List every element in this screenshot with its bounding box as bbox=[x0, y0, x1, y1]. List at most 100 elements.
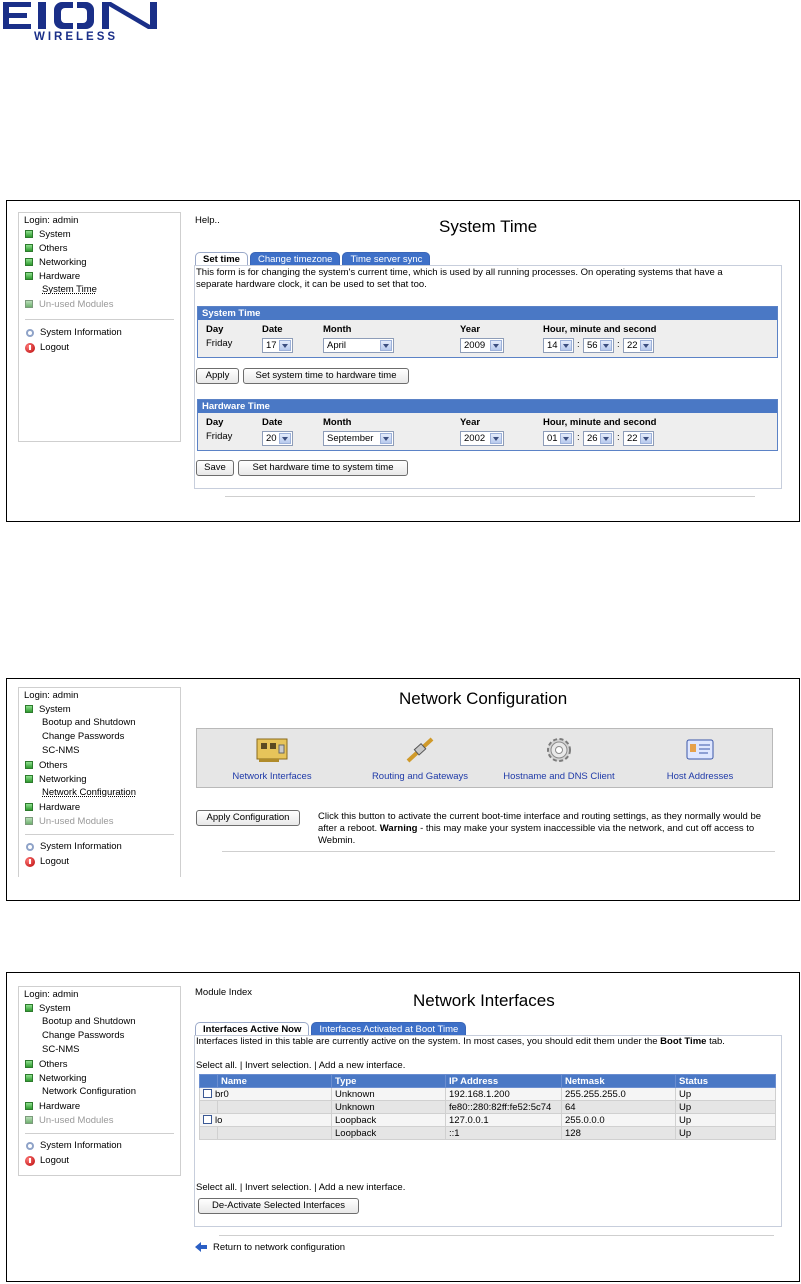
tab-change-timezone[interactable]: Change timezone bbox=[249, 252, 341, 265]
select-all-link[interactable]: Select all. bbox=[196, 1060, 237, 1071]
expand-icon bbox=[25, 258, 33, 266]
menu-category-hardware[interactable]: Hardware bbox=[19, 269, 180, 283]
logout-icon bbox=[25, 1155, 35, 1166]
expand-icon bbox=[25, 230, 33, 238]
second-select[interactable]: 22 bbox=[623, 431, 654, 446]
return-to-network-configuration-link[interactable]: Return to network configuration bbox=[213, 1242, 345, 1254]
row-checkbox[interactable] bbox=[203, 1115, 212, 1125]
year-select[interactable]: 2009 bbox=[460, 338, 504, 353]
menu-item-sc-nms[interactable]: SC-NMS bbox=[19, 744, 180, 758]
back-arrow-icon[interactable] bbox=[195, 1242, 207, 1252]
day-value: Friday bbox=[206, 338, 233, 349]
table-header-row: Name Type IP Address Netmask Status bbox=[199, 1074, 776, 1088]
system-time-screenshot: Login: admin System Others Networking Ha… bbox=[6, 200, 800, 522]
tab-set-time[interactable]: Set time bbox=[195, 252, 248, 265]
add-interface-link[interactable]: Add a new interface. bbox=[319, 1182, 406, 1193]
month-select[interactable]: September bbox=[323, 431, 394, 446]
module-icon-bar: Network Interfaces Routing and Gateways … bbox=[196, 728, 773, 788]
deactivate-interfaces-button[interactable]: De-Activate Selected Interfaces bbox=[198, 1198, 359, 1214]
network-card-icon bbox=[256, 738, 288, 762]
menu-category-system[interactable]: System bbox=[19, 1001, 180, 1015]
time-separator: : bbox=[577, 432, 580, 443]
date-select[interactable]: 20 bbox=[262, 431, 293, 446]
date-select[interactable]: 17 bbox=[262, 338, 293, 353]
system-information-link[interactable]: System Information bbox=[19, 839, 180, 854]
menu-category-system[interactable]: System bbox=[19, 702, 180, 716]
logout-link[interactable]: Logout bbox=[19, 854, 180, 869]
help-link[interactable]: Help.. bbox=[195, 215, 220, 226]
month-select[interactable]: April bbox=[323, 338, 394, 353]
selection-links-top: Select all. | Invert selection. | Add a … bbox=[196, 1060, 406, 1071]
logout-link[interactable]: Logout bbox=[19, 1153, 180, 1168]
hour-select[interactable]: 14 bbox=[543, 338, 574, 353]
minute-select[interactable]: 56 bbox=[583, 338, 614, 353]
menu-category-others[interactable]: Others bbox=[19, 1057, 180, 1071]
system-information-icon bbox=[26, 1141, 34, 1150]
set-system-to-hardware-button[interactable]: Set system time to hardware time bbox=[243, 368, 409, 384]
hour-select[interactable]: 01 bbox=[543, 431, 574, 446]
left-menu: Login: admin System Bootup and Shutdown … bbox=[18, 687, 181, 877]
menu-divider bbox=[25, 1133, 174, 1134]
chevron-down-icon bbox=[560, 433, 572, 444]
menu-category-others[interactable]: Others bbox=[19, 241, 180, 255]
save-button[interactable]: Save bbox=[196, 460, 234, 476]
time-separator: : bbox=[617, 339, 620, 350]
footer-divider bbox=[222, 851, 775, 852]
menu-category-networking[interactable]: Networking bbox=[19, 1071, 180, 1085]
page-title: Network Configuration bbox=[399, 689, 568, 708]
logout-icon bbox=[25, 342, 35, 353]
invert-selection-link[interactable]: Invert selection. bbox=[245, 1060, 312, 1071]
logout-link[interactable]: Logout bbox=[19, 340, 180, 355]
menu-category-system[interactable]: System bbox=[19, 227, 180, 241]
column-header-type: Type bbox=[331, 1074, 446, 1088]
add-interface-link[interactable]: Add a new interface. bbox=[319, 1060, 406, 1071]
menu-item-sc-nms[interactable]: SC-NMS bbox=[19, 1043, 180, 1057]
menu-item-network-configuration[interactable]: Network Configuration bbox=[19, 1085, 180, 1099]
menu-category-others[interactable]: Others bbox=[19, 758, 180, 772]
tab-interfaces-active-now[interactable]: Interfaces Active Now bbox=[195, 1022, 310, 1035]
menu-item-system-time[interactable]: System Time bbox=[19, 283, 180, 297]
cable-icon bbox=[406, 737, 434, 763]
menu-category-networking[interactable]: Networking bbox=[19, 255, 180, 269]
expand-icon bbox=[25, 1102, 33, 1110]
set-hardware-to-system-button[interactable]: Set hardware time to system time bbox=[238, 460, 408, 476]
menu-divider bbox=[25, 319, 174, 320]
menu-item-bootup-shutdown[interactable]: Bootup and Shutdown bbox=[19, 1015, 180, 1029]
month-label: Month bbox=[323, 324, 352, 335]
logout-icon bbox=[25, 856, 35, 867]
tab-time-server-sync[interactable]: Time server sync bbox=[342, 252, 431, 265]
select-all-link[interactable]: Select all. bbox=[196, 1182, 237, 1193]
invert-selection-link[interactable]: Invert selection. bbox=[245, 1182, 312, 1193]
module-index-link[interactable]: Module Index bbox=[195, 987, 252, 998]
table-row: br0 Unknown 192.168.1.200 255.255.255.0 … bbox=[199, 1087, 776, 1101]
menu-category-hardware[interactable]: Hardware bbox=[19, 800, 180, 814]
hms-label: Hour, minute and second bbox=[543, 324, 657, 335]
menu-item-change-passwords[interactable]: Change Passwords bbox=[19, 1029, 180, 1043]
expand-icon bbox=[25, 1116, 33, 1124]
apply-configuration-button[interactable]: Apply Configuration bbox=[196, 810, 300, 826]
menu-category-unused-modules[interactable]: Un-used Modules bbox=[19, 297, 180, 311]
interface-name-link[interactable]: lo bbox=[215, 1115, 222, 1126]
expand-icon bbox=[25, 761, 33, 769]
menu-category-networking[interactable]: Networking bbox=[19, 772, 180, 786]
menu-item-network-configuration[interactable]: Network Configuration bbox=[19, 786, 180, 800]
menu-item-bootup-shutdown[interactable]: Bootup and Shutdown bbox=[19, 716, 180, 730]
menu-category-hardware[interactable]: Hardware bbox=[19, 1099, 180, 1113]
chevron-down-icon bbox=[490, 433, 502, 444]
interface-name-link[interactable]: br0 bbox=[215, 1089, 229, 1100]
address-card-icon bbox=[686, 739, 714, 760]
menu-category-unused-modules[interactable]: Un-used Modules bbox=[19, 1113, 180, 1127]
tab-interfaces-boot-time[interactable]: Interfaces Activated at Boot Time bbox=[311, 1022, 467, 1035]
system-information-link[interactable]: System Information bbox=[19, 1138, 180, 1153]
minute-select[interactable]: 26 bbox=[583, 431, 614, 446]
eion-logo-mark bbox=[3, 0, 157, 31]
row-checkbox[interactable] bbox=[203, 1089, 212, 1099]
apply-button[interactable]: Apply bbox=[196, 368, 239, 384]
year-select[interactable]: 2002 bbox=[460, 431, 504, 446]
system-information-link[interactable]: System Information bbox=[19, 325, 180, 340]
logo-wordmark: WIRELESS bbox=[34, 31, 119, 43]
menu-category-unused-modules[interactable]: Un-used Modules bbox=[19, 814, 180, 828]
menu-item-change-passwords[interactable]: Change Passwords bbox=[19, 730, 180, 744]
second-select[interactable]: 22 bbox=[623, 338, 654, 353]
table-row: Loopback ::1 128 Up bbox=[199, 1126, 776, 1140]
